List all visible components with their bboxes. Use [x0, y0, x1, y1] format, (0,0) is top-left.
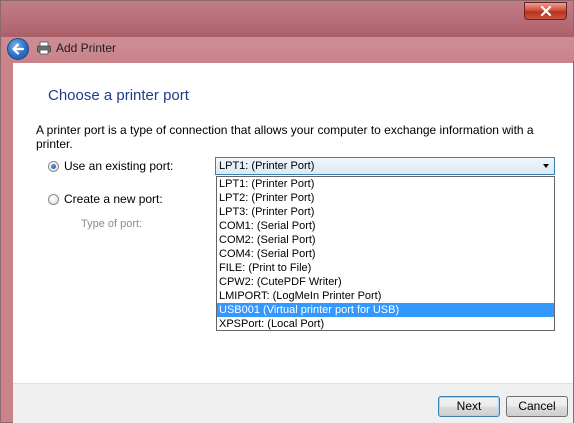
- page-title: Choose a printer port: [48, 87, 189, 104]
- port-option-lmiport[interactable]: LMIPORT: (LogMeIn Printer Port): [217, 289, 554, 303]
- back-button[interactable]: [7, 38, 29, 60]
- existing-port-value: LPT1: (Printer Port): [219, 160, 315, 172]
- next-button[interactable]: Next: [438, 396, 500, 417]
- port-option-cpw2[interactable]: CPW2: (CutePDF Writer): [217, 275, 554, 289]
- printer-icon: [37, 41, 51, 55]
- page-description: A printer port is a type of connection t…: [36, 123, 534, 151]
- create-new-port-label[interactable]: Create a new port:: [64, 192, 163, 206]
- close-icon: [540, 6, 552, 17]
- port-dropdown-list[interactable]: LPT1: (Printer Port) LPT2: (Printer Port…: [216, 176, 555, 331]
- type-of-port-label: Type of port:: [81, 218, 143, 230]
- use-existing-port-radio[interactable]: [48, 161, 59, 172]
- port-option-file[interactable]: FILE: (Print to File): [217, 261, 554, 275]
- cancel-button[interactable]: Cancel: [506, 396, 568, 417]
- port-option-com2[interactable]: COM2: (Serial Port): [217, 233, 554, 247]
- window-title: Add Printer: [56, 41, 117, 55]
- port-option-usb001[interactable]: USB001 (Virtual printer port for USB): [217, 303, 554, 317]
- existing-port-select[interactable]: LPT1: (Printer Port): [215, 157, 555, 175]
- create-new-port-radio[interactable]: [48, 194, 59, 205]
- title-bar[interactable]: [1, 1, 573, 37]
- port-option-com1[interactable]: COM1: (Serial Port): [217, 219, 554, 233]
- port-option-xpsport[interactable]: XPSPort: (Local Port): [217, 317, 554, 331]
- close-button[interactable]: [524, 2, 567, 20]
- chevron-down-icon[interactable]: [543, 164, 549, 168]
- port-option-lpt1[interactable]: LPT1: (Printer Port): [217, 177, 554, 191]
- use-existing-port-label[interactable]: Use an existing port:: [64, 159, 173, 173]
- wizard-footer: Next Cancel: [13, 383, 573, 423]
- port-option-lpt3[interactable]: LPT3: (Printer Port): [217, 205, 554, 219]
- wizard-content: Choose a printer port A printer port is …: [13, 63, 573, 383]
- add-printer-window: Add Printer Choose a printer port A prin…: [0, 0, 574, 423]
- port-option-com4[interactable]: COM4: (Serial Port): [217, 247, 554, 261]
- back-arrow-icon: [12, 43, 25, 55]
- port-option-lpt2[interactable]: LPT2: (Printer Port): [217, 191, 554, 205]
